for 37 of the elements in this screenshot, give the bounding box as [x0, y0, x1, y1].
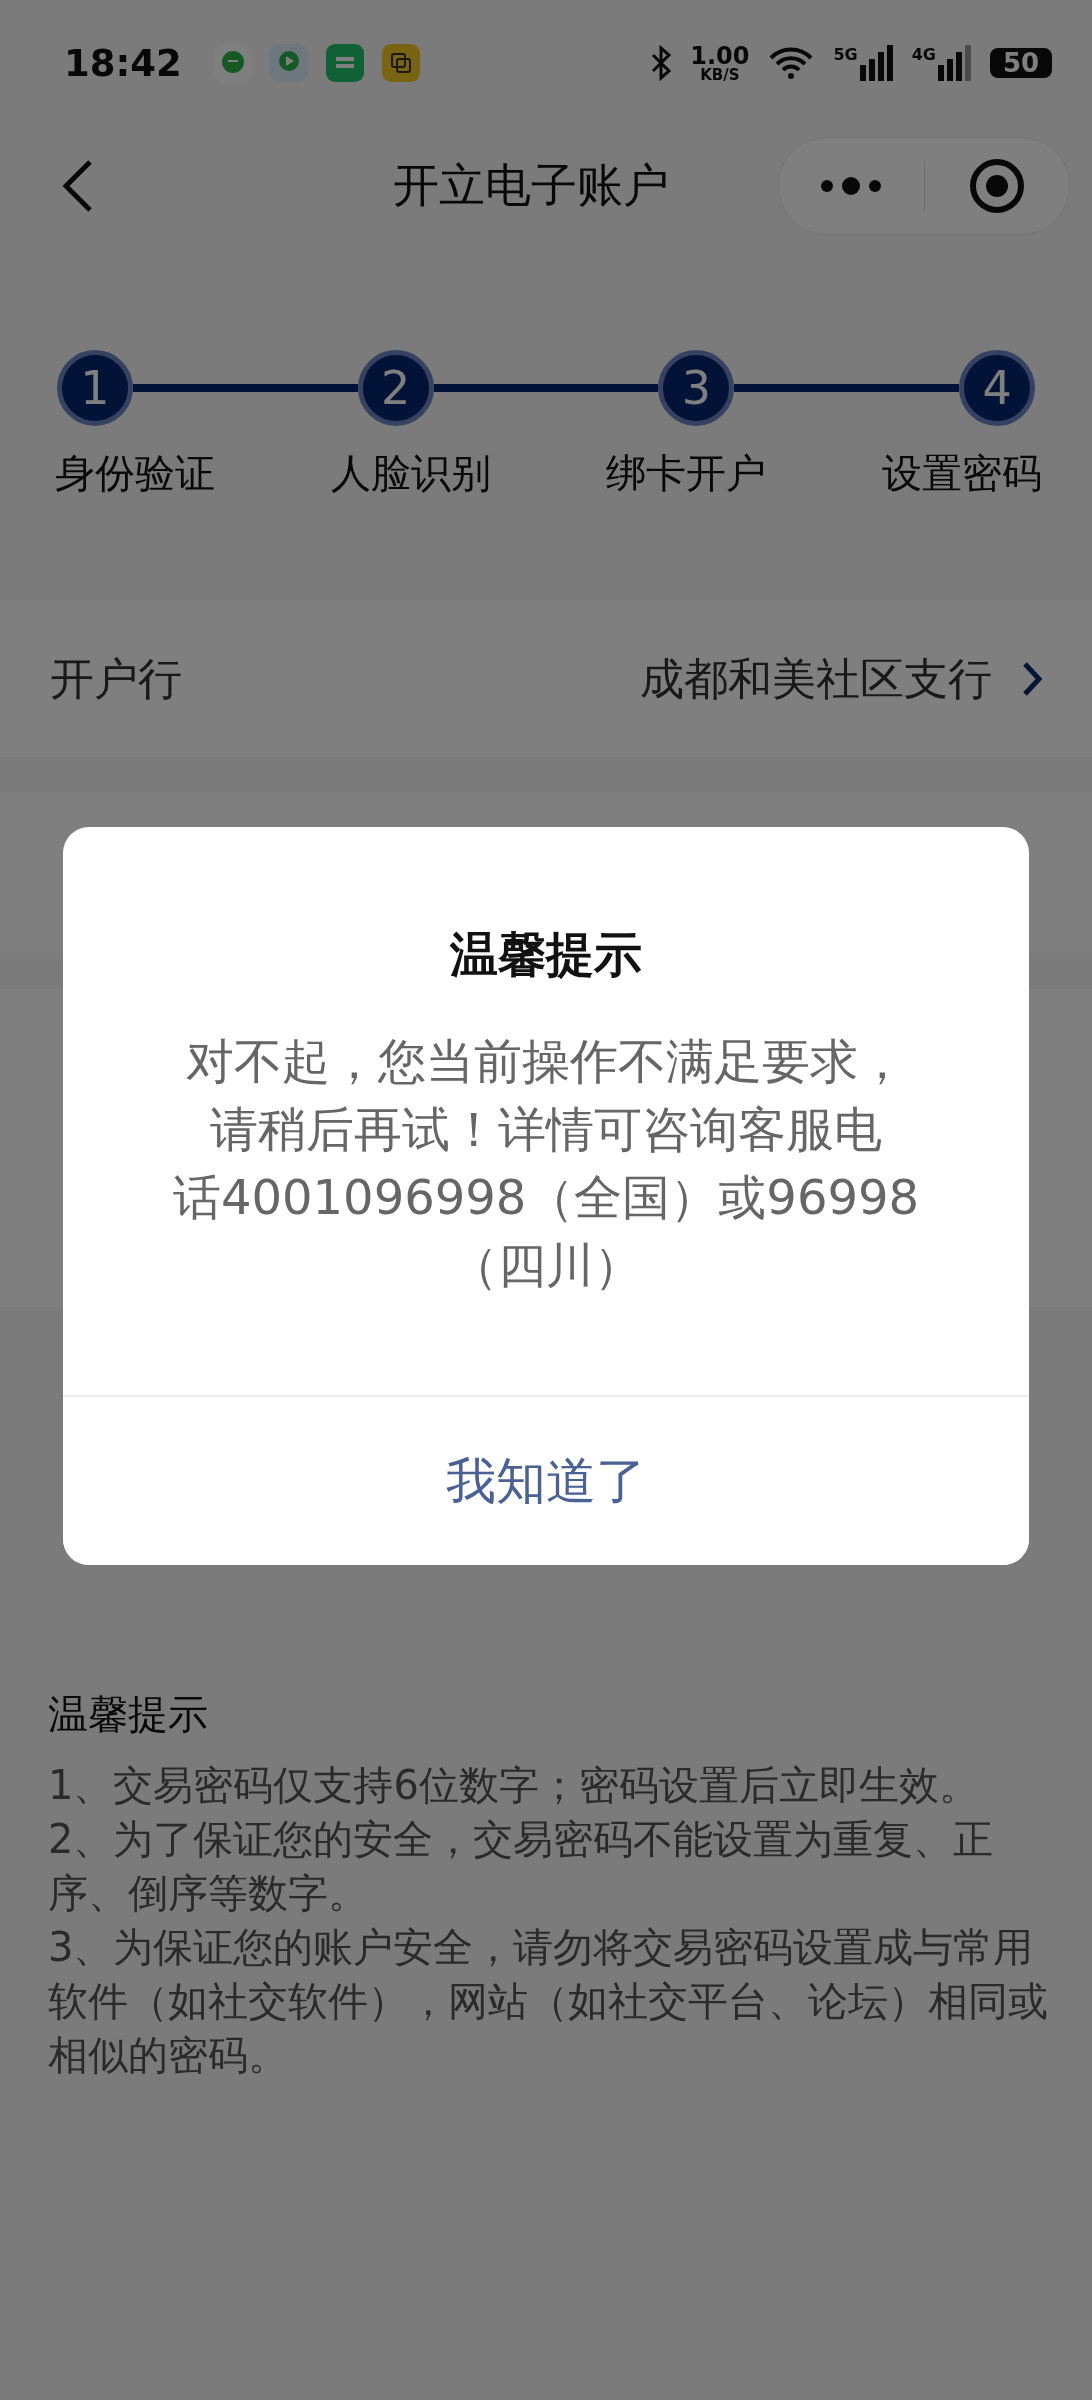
- step-number: 4: [959, 350, 1035, 426]
- battery-level: 50: [990, 48, 1052, 78]
- step-label: 人脸识别: [330, 449, 491, 498]
- confirm-button[interactable]: 我知道了: [63, 1395, 1029, 1565]
- chat-app-icon: [213, 44, 252, 82]
- dialog-title: 温馨提示: [448, 925, 643, 984]
- form-row[interactable]: 开户行 成都和美社区支行: [0, 601, 1092, 757]
- bluetooth-icon: [650, 45, 673, 81]
- status-time: 18:42: [64, 41, 182, 85]
- chevron-right-icon: [1022, 661, 1042, 697]
- network-speed-unit: KB/S: [700, 67, 740, 83]
- dialog-message-line: 话4001096998（全国）或96998: [172, 1168, 920, 1227]
- windows-app-icon: [381, 44, 420, 82]
- row-value: 成都和美社区支行: [640, 651, 992, 706]
- signal-label: 4G: [911, 45, 936, 64]
- row-label: 开户行: [50, 651, 183, 706]
- tip-item: 2、为了保证您的安全，交易密码不能设置为重复、正序、倒序等数字。: [48, 1815, 995, 1918]
- step-number: 1: [57, 350, 133, 426]
- back-icon[interactable]: [60, 158, 94, 214]
- tips-title: 温馨提示: [48, 1690, 209, 1739]
- more-icon: [819, 176, 884, 196]
- dialog-message-line: 请稍后再试！详情可咨询客服电: [210, 1100, 882, 1159]
- step-label: 设置密码: [881, 449, 1042, 498]
- network-speed: 1.00: [690, 43, 750, 68]
- tip-item: 1、交易密码仅支持6位数字；密码设置后立即生效。: [48, 1761, 980, 1810]
- step-label: 绑卡开户: [606, 449, 767, 498]
- dialog-message-line: 对不起，您当前操作不满足要求，: [186, 1032, 906, 1091]
- page-title: 开立电子账户: [392, 157, 670, 214]
- signal-label: 5G: [833, 45, 858, 64]
- tip-item: 3、为保证您的账户安全，请勿将交易密码设置成与常用软件（如社交软件），网站（如社交平台、论坛）相同或相似的密码。: [48, 1923, 1049, 2080]
- signal-icon: [859, 45, 894, 81]
- step-number: 3: [658, 350, 735, 426]
- signal-icon: [938, 45, 972, 81]
- dialog-message-line: （四川）: [450, 1236, 642, 1295]
- close-icon: [967, 157, 1026, 215]
- step-number: 2: [357, 350, 434, 426]
- step-label: 身份验证: [55, 449, 215, 498]
